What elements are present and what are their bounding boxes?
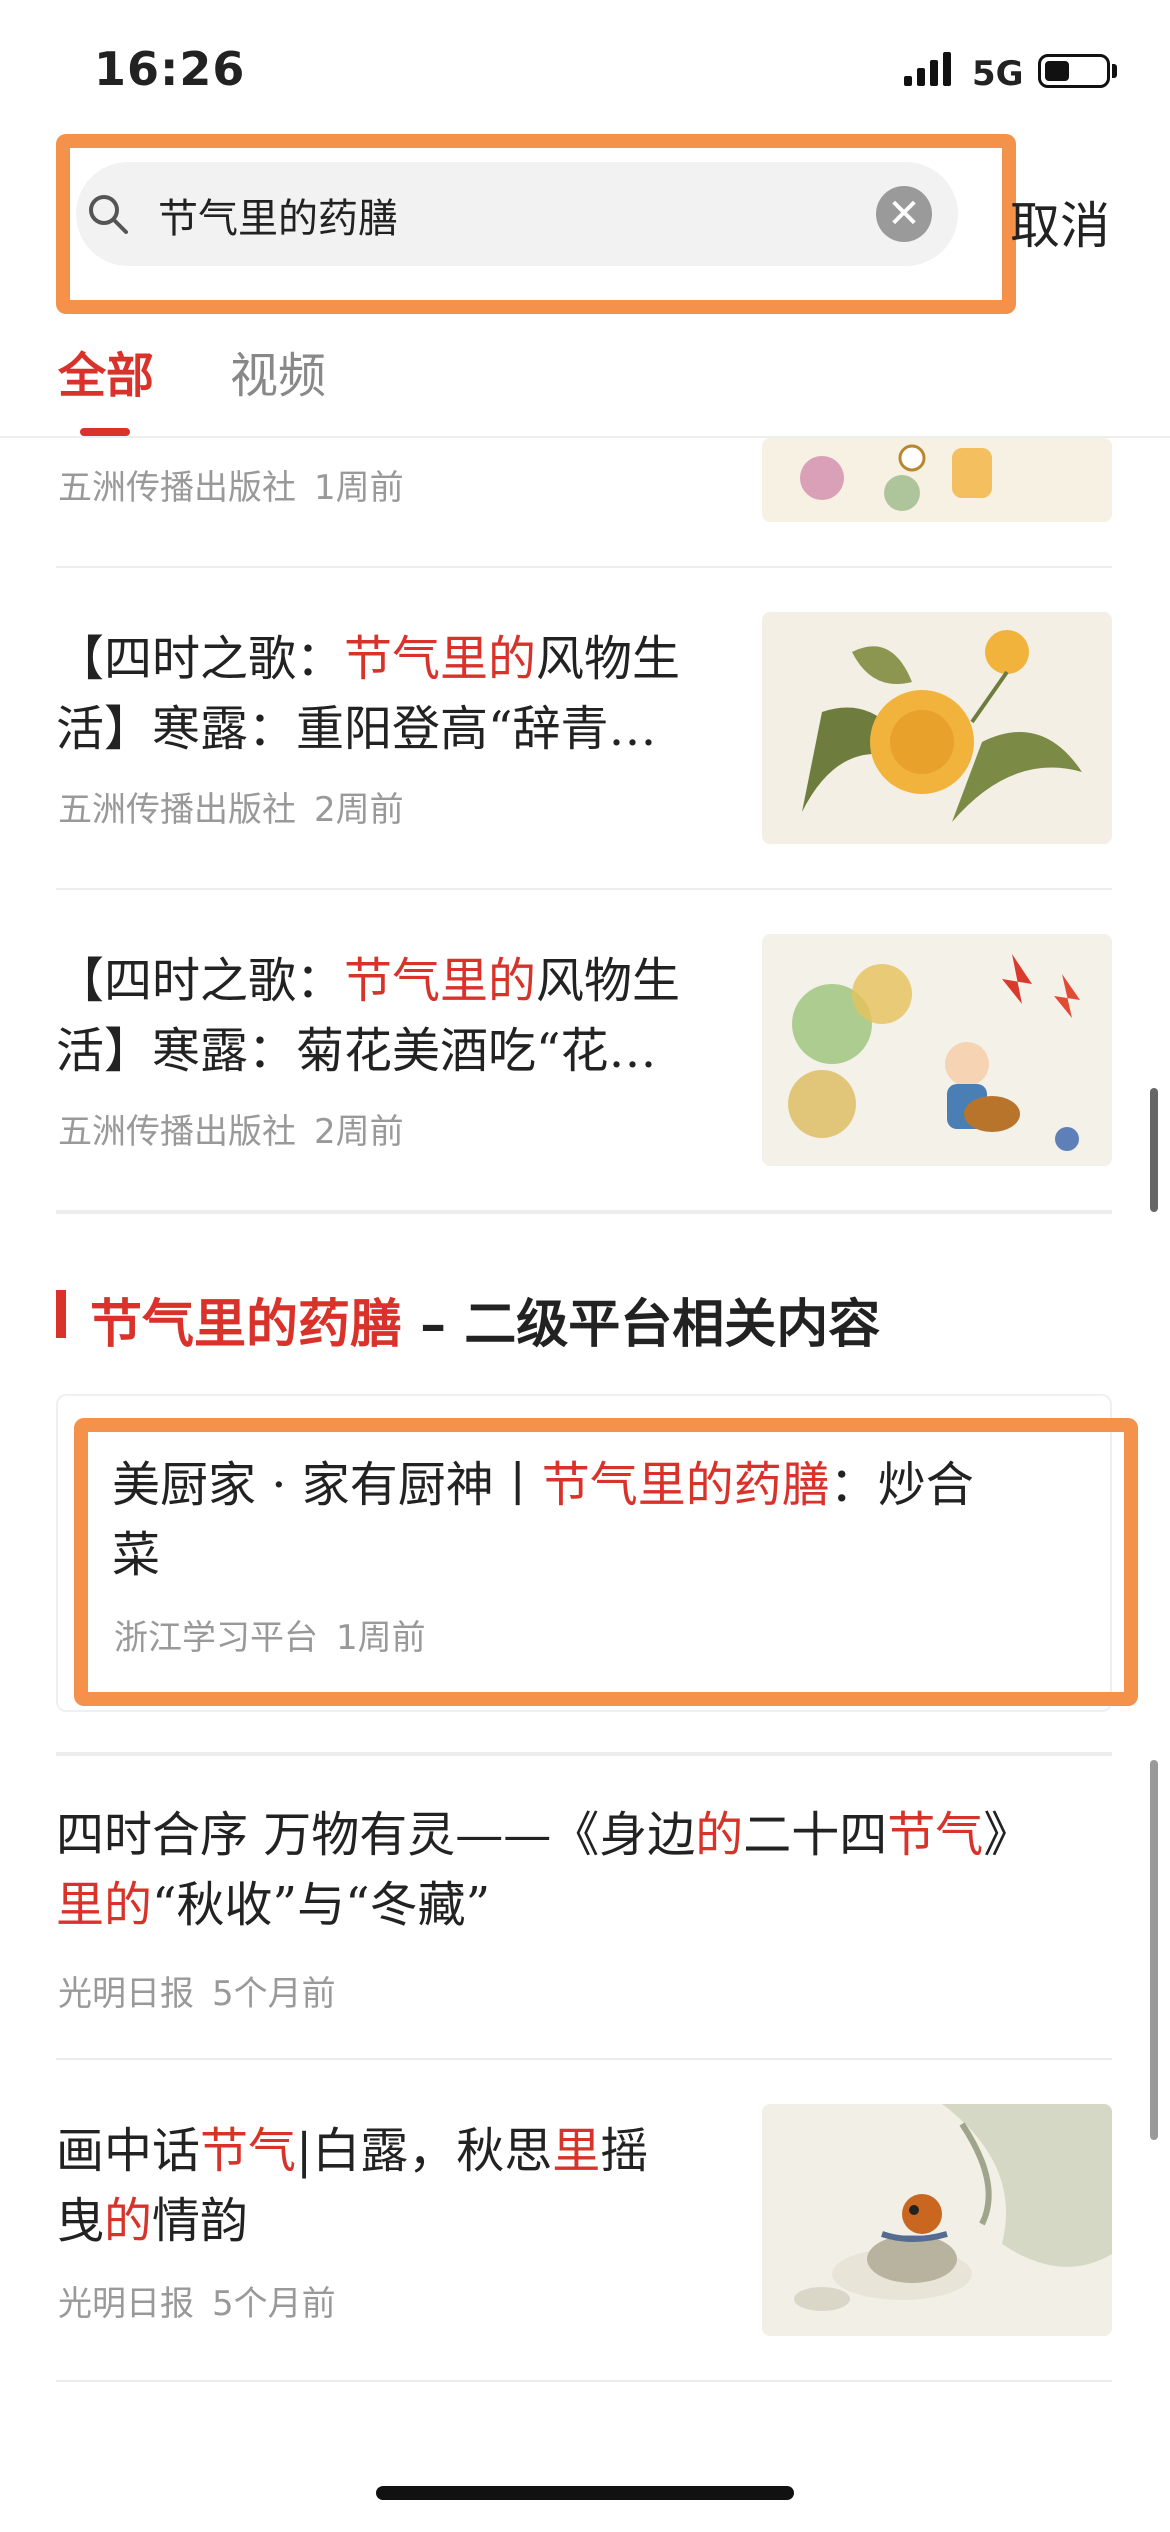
title-text: 风物生	[536, 953, 681, 1009]
list-divider	[56, 566, 1112, 568]
title-highlight: 里	[552, 2123, 601, 2179]
title-text: 活】寒露：菊花美酒吃“花…	[56, 1023, 657, 1079]
title-text: 情韵	[152, 2193, 249, 2249]
battery-icon	[1038, 54, 1110, 88]
title-text: 》	[983, 1807, 1032, 1863]
result-title[interactable]: 【四时之歌：节气里的风物生活】寒露：菊花美酒吃“花…	[56, 946, 716, 1086]
title-text: 风物生	[536, 631, 681, 687]
result-time: 1周前	[314, 468, 404, 508]
title-highlight: 节气里的	[344, 953, 537, 1009]
result-time: 5个月前	[212, 1974, 336, 2014]
title-text: 活】寒露：重阳登高“辞青…	[56, 701, 657, 757]
tab-video[interactable]: 视频	[230, 336, 326, 406]
list-divider	[56, 2058, 1112, 2060]
result-thumbnail[interactable]	[762, 438, 1112, 522]
result-meta: 五洲传播出版社 1周前	[58, 460, 404, 509]
title-highlight: 的	[104, 2193, 153, 2249]
title-text: |白露，秋思	[296, 2123, 553, 2179]
result-source: 五洲传播出版社	[58, 468, 296, 508]
section-marker	[56, 1290, 66, 1338]
active-tab-indicator	[80, 428, 130, 436]
title-text: “秋收”与“冬藏”	[152, 1877, 491, 1933]
title-text: 曳	[56, 2193, 105, 2249]
title-highlight: 的	[695, 1807, 744, 1863]
home-indicator[interactable]	[376, 2486, 794, 2500]
network-type: 5G	[972, 54, 1024, 94]
title-highlight: 节气	[887, 1807, 984, 1863]
result-source: 五洲传播出版社	[58, 1112, 296, 1152]
battery-cap	[1112, 64, 1117, 78]
result-thumbnail[interactable]	[762, 2104, 1112, 2336]
result-time: 2周前	[314, 1112, 404, 1152]
title-text: 画中话	[56, 2123, 201, 2179]
result-title[interactable]: 【四时之歌：节气里的风物生活】寒露：重阳登高“辞青…	[56, 624, 716, 764]
title-text: 摇	[600, 2123, 649, 2179]
result-thumbnail[interactable]	[762, 934, 1112, 1166]
result-time: 5个月前	[212, 2284, 336, 2324]
result-source: 光明日报	[58, 2284, 194, 2324]
list-divider	[56, 1752, 1112, 1756]
title-text: 【四时之歌：	[56, 631, 345, 687]
cancel-button[interactable]: 取消	[1010, 186, 1110, 258]
status-time: 16:26	[94, 42, 246, 96]
title-text: 四时合序 万物有灵——《身边	[56, 1807, 696, 1863]
search-highlight-box	[56, 134, 1016, 314]
list-divider	[56, 1210, 1112, 1214]
list-divider	[56, 2380, 1112, 2382]
section-title: 节气里的药膳 – 二级平台相关内容	[90, 1282, 880, 1357]
tab-all[interactable]: 全部	[58, 336, 154, 406]
result-source: 五洲传播出版社	[58, 790, 296, 830]
section-title-highlight: 节气里的药膳	[90, 1294, 403, 1355]
result-title[interactable]: 画中话节气|白露，秋思里摇曳的情韵	[56, 2116, 716, 2256]
title-highlight: 节气里的	[344, 631, 537, 687]
result-meta: 五洲传播出版社 2周前	[58, 1104, 404, 1153]
title-highlight: 里的	[56, 1877, 153, 1933]
list-divider	[56, 888, 1112, 890]
result-title[interactable]: 四时合序 万物有灵——《身边的二十四节气》里的“秋收”与“冬藏”	[56, 1800, 1116, 1940]
result-time: 2周前	[314, 790, 404, 830]
section-title-text: – 二级平台相关内容	[420, 1294, 881, 1355]
result-thumbnail[interactable]	[762, 612, 1112, 844]
card-highlight-box	[74, 1418, 1138, 1706]
result-meta: 五洲传播出版社 2周前	[58, 782, 404, 831]
cellular-signal-icon	[904, 52, 951, 86]
scrollbar-track[interactable]	[1150, 1760, 1158, 2140]
result-meta: 光明日报 5个月前	[58, 2276, 336, 2325]
result-source: 光明日报	[58, 1974, 194, 2014]
title-text: 【四时之歌：	[56, 953, 345, 1009]
title-highlight: 节气	[200, 2123, 297, 2179]
scrollbar-thumb[interactable]	[1150, 1088, 1158, 1212]
result-meta: 光明日报 5个月前	[58, 1966, 336, 2015]
title-text: 二十四	[743, 1807, 888, 1863]
